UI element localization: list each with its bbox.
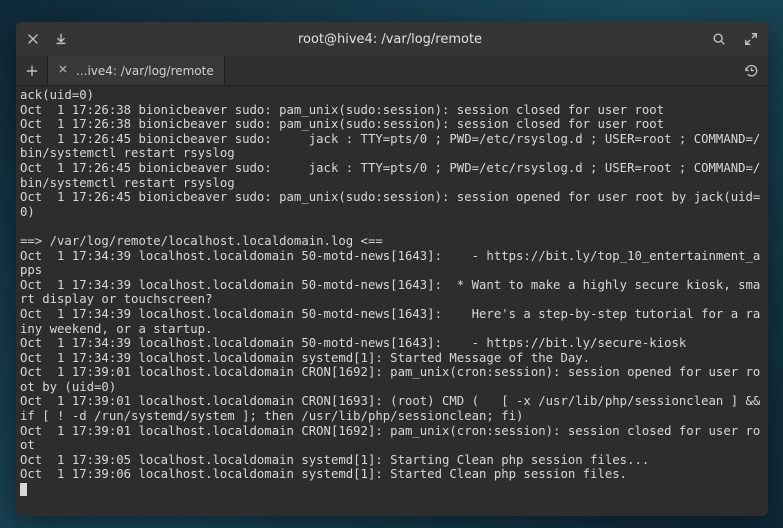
titlebar: root@hive4: /var/log/remote <box>16 22 768 56</box>
terminal-window: root@hive4: /var/log/remote ...ive4: /va… <box>16 22 768 516</box>
terminal-cursor <box>20 483 27 496</box>
fullscreen-icon[interactable] <box>742 30 760 48</box>
titlebar-left <box>24 30 70 48</box>
tabbar: ...ive4: /var/log/remote <box>16 56 768 86</box>
window-title: root@hive4: /var/log/remote <box>76 32 704 47</box>
terminal-output[interactable]: ack(uid=0) Oct 1 17:26:38 bionicbeaver s… <box>16 86 768 516</box>
tab-close-icon[interactable] <box>58 63 68 78</box>
history-icon[interactable] <box>734 56 768 85</box>
titlebar-right <box>710 30 760 48</box>
close-icon[interactable] <box>24 30 42 48</box>
terminal-text: ack(uid=0) Oct 1 17:26:38 bionicbeaver s… <box>20 88 768 481</box>
download-icon[interactable] <box>52 30 70 48</box>
search-icon[interactable] <box>710 30 728 48</box>
new-tab-button[interactable] <box>16 56 48 85</box>
tab-active[interactable]: ...ive4: /var/log/remote <box>48 56 225 85</box>
tab-label: ...ive4: /var/log/remote <box>76 64 214 78</box>
tabbar-spacer <box>225 56 734 85</box>
